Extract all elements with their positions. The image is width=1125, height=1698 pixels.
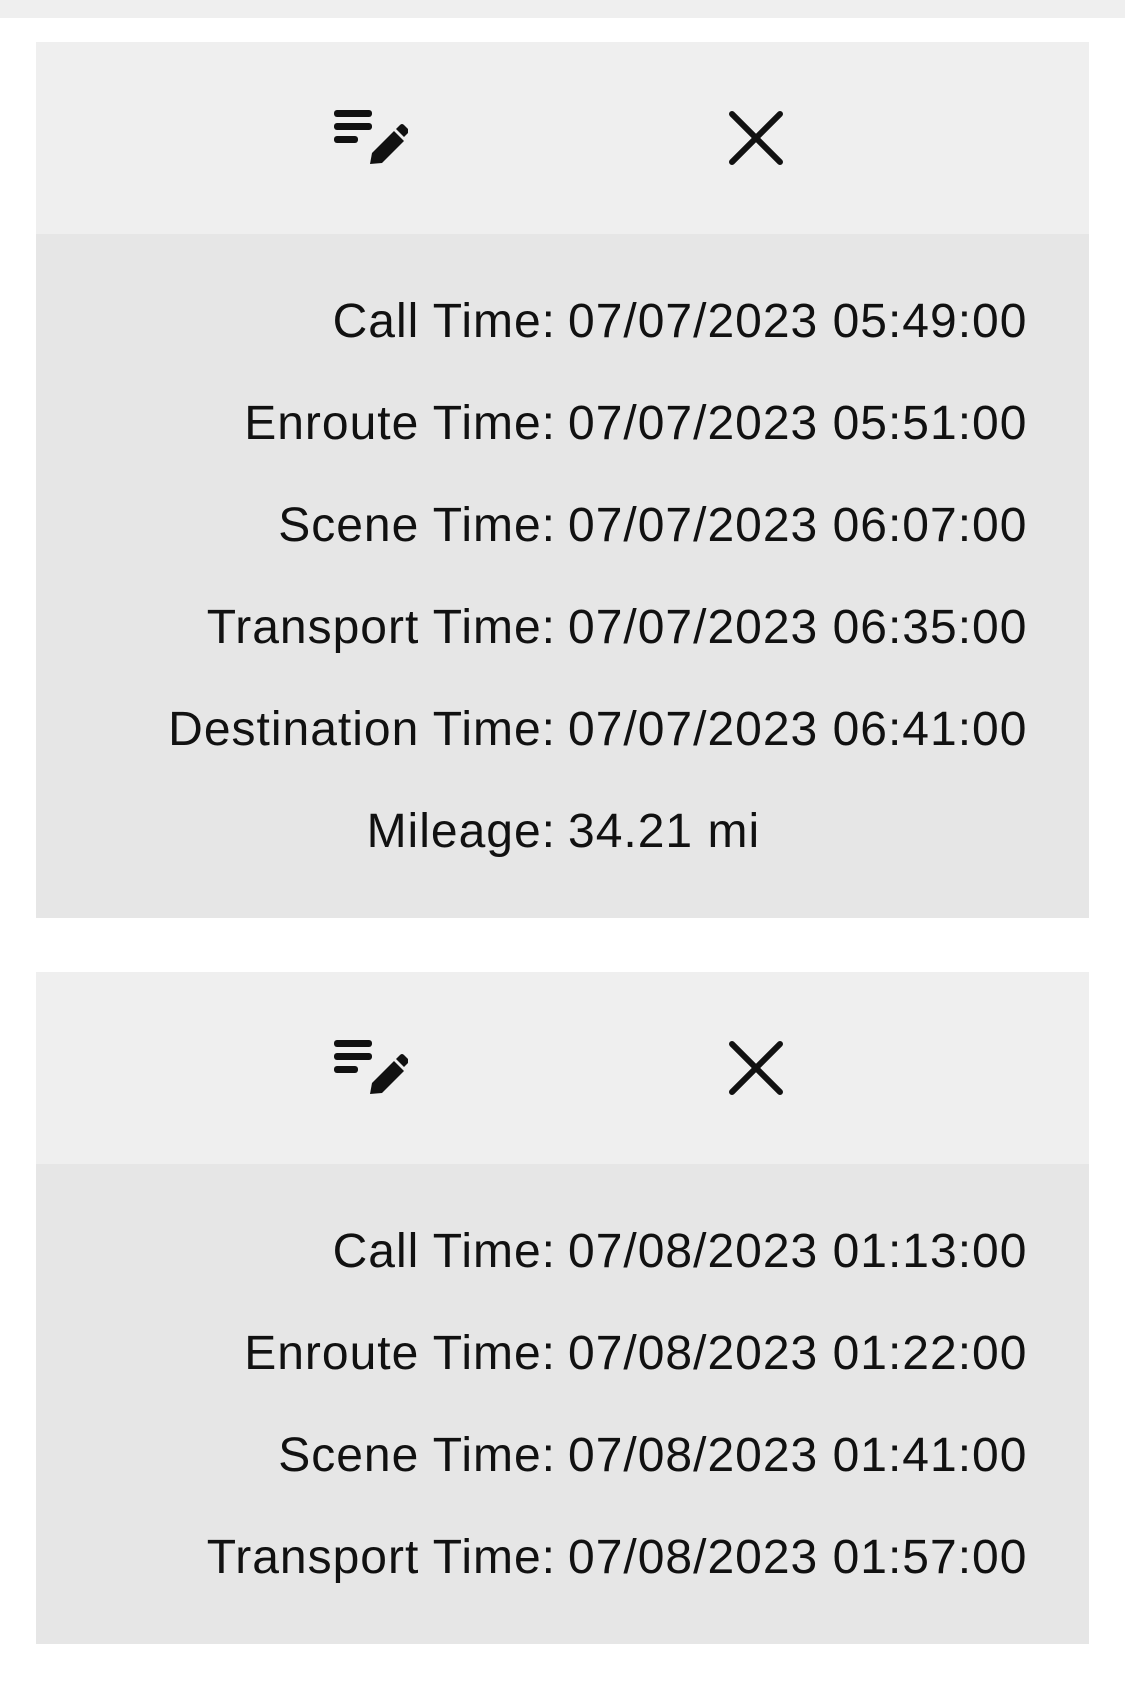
call-time-label: Call Time: [332, 294, 556, 348]
close-icon [729, 111, 783, 165]
transport-time-label: Transport Time: [206, 600, 556, 654]
call-time-row: Call Time: 07/08/2023 01:13:00 [36, 1200, 1089, 1302]
transport-time-row: Transport Time: 07/08/2023 01:57:00 [36, 1506, 1089, 1608]
record-toolbar [36, 42, 1089, 234]
scene-time-row: Scene Time: 07/08/2023 01:41:00 [36, 1404, 1089, 1506]
destination-time-label: Destination Time: [168, 702, 556, 756]
mileage-row: Mileage: 34.21 mi [36, 780, 1089, 882]
transport-time-value: 07/07/2023 06:35:00 [568, 600, 1028, 654]
close-button[interactable] [716, 98, 796, 178]
enroute-time-row: Enroute Time: 07/08/2023 01:22:00 [36, 1302, 1089, 1404]
scene-time-label: Scene Time: [278, 1428, 556, 1482]
enroute-time-value: 07/07/2023 05:51:00 [568, 396, 1028, 450]
edit-button[interactable] [330, 98, 410, 178]
transport-time-label: Transport Time: [206, 1530, 556, 1584]
edit-note-icon [334, 110, 408, 164]
destination-time-value: 07/07/2023 06:41:00 [568, 702, 1028, 756]
destination-time-row: Destination Time: 07/07/2023 06:41:00 [36, 678, 1089, 780]
transport-time-row: Transport Time: 07/07/2023 06:35:00 [36, 576, 1089, 678]
call-time-label: Call Time: [332, 1224, 556, 1278]
record-list: Call Time: 07/07/2023 05:49:00 Enroute T… [36, 42, 1089, 1698]
scene-time-row: Scene Time: 07/07/2023 06:07:00 [36, 474, 1089, 576]
enroute-time-label: Enroute Time: [244, 1326, 556, 1380]
enroute-time-label: Enroute Time: [244, 396, 556, 450]
record-details: Call Time: 07/07/2023 05:49:00 Enroute T… [36, 234, 1089, 918]
close-button[interactable] [716, 1028, 796, 1108]
mileage-label: Mileage: [366, 804, 556, 858]
scene-time-label: Scene Time: [278, 498, 556, 552]
scene-time-value: 07/07/2023 06:07:00 [568, 498, 1028, 552]
edit-note-icon [334, 1040, 408, 1094]
transport-time-value: 07/08/2023 01:57:00 [568, 1530, 1028, 1584]
mileage-value: 34.21 mi [568, 804, 761, 858]
close-icon [729, 1041, 783, 1095]
call-time-row: Call Time: 07/07/2023 05:49:00 [36, 270, 1089, 372]
record-toolbar [36, 972, 1089, 1164]
scene-time-value: 07/08/2023 01:41:00 [568, 1428, 1028, 1482]
enroute-time-row: Enroute Time: 07/07/2023 05:51:00 [36, 372, 1089, 474]
record-card: Call Time: 07/08/2023 01:13:00 Enroute T… [36, 972, 1089, 1644]
edit-button[interactable] [330, 1028, 410, 1108]
enroute-time-value: 07/08/2023 01:22:00 [568, 1326, 1028, 1380]
record-card: Call Time: 07/07/2023 05:49:00 Enroute T… [36, 42, 1089, 918]
call-time-value: 07/08/2023 01:13:00 [568, 1224, 1028, 1278]
top-strip [0, 0, 1125, 18]
call-time-value: 07/07/2023 05:49:00 [568, 294, 1028, 348]
record-details: Call Time: 07/08/2023 01:13:00 Enroute T… [36, 1164, 1089, 1644]
